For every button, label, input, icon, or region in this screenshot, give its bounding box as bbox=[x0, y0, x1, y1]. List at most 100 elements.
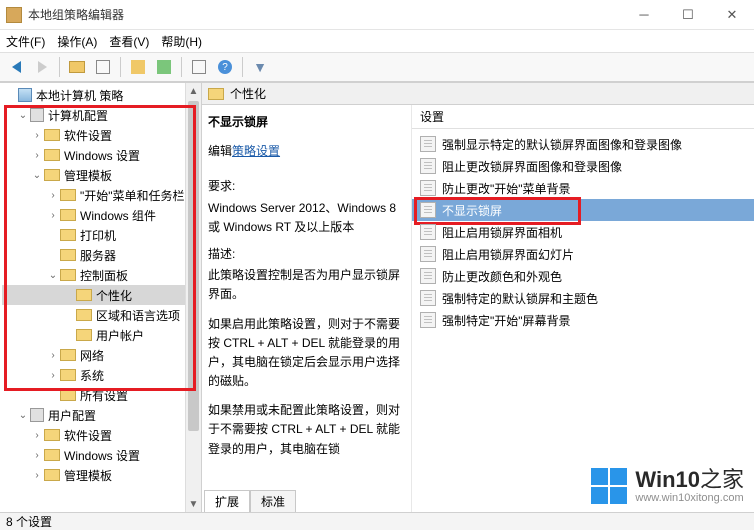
policy-icon bbox=[18, 88, 32, 102]
edit-policy-link[interactable]: 策略设置 bbox=[232, 142, 280, 161]
tree-scrollbar[interactable]: ▲ ▼ bbox=[185, 83, 201, 512]
folder-icon bbox=[60, 209, 76, 221]
folder-icon bbox=[44, 169, 60, 181]
tree-admin-templates[interactable]: ⌄管理模板 bbox=[2, 165, 201, 185]
toolbar-separator bbox=[120, 57, 121, 77]
menu-action[interactable]: 操作(A) bbox=[57, 33, 97, 50]
policy-item-icon bbox=[420, 290, 436, 306]
folder-up-icon bbox=[69, 61, 85, 73]
maximize-button[interactable]: ☐ bbox=[666, 0, 710, 30]
setting-item[interactable]: 防止更改"开始"菜单背景 bbox=[412, 177, 754, 199]
toolbar-separator bbox=[181, 57, 182, 77]
tree-system[interactable]: ›系统 bbox=[2, 365, 201, 385]
folder-icon bbox=[44, 449, 60, 461]
policy-item-icon bbox=[420, 224, 436, 240]
scroll-thumb[interactable] bbox=[188, 101, 199, 431]
config-icon bbox=[30, 108, 44, 122]
settings-list: 强制显示特定的默认锁屏界面图像和登录图像 阻止更改锁屏界面图像和登录图像 防止更… bbox=[412, 129, 754, 335]
setting-item[interactable]: 阻止启用锁屏界面幻灯片 bbox=[412, 243, 754, 265]
folder-icon bbox=[44, 429, 60, 441]
folder-icon bbox=[60, 189, 76, 201]
menu-help[interactable]: 帮助(H) bbox=[161, 33, 202, 50]
settings-list-column: 设置 强制显示特定的默认锁屏界面图像和登录图像 阻止更改锁屏界面图像和登录图像 … bbox=[412, 105, 754, 512]
help-icon: ? bbox=[218, 60, 232, 74]
export-icon bbox=[157, 60, 171, 74]
tree-windows-components[interactable]: ›Windows 组件 bbox=[2, 205, 201, 225]
tree-user-accounts[interactable]: ›用户帐户 bbox=[2, 325, 201, 345]
setting-item[interactable]: 阻止启用锁屏界面相机 bbox=[412, 221, 754, 243]
tree-region-language[interactable]: ›区域和语言选项 bbox=[2, 305, 201, 325]
forward-button[interactable] bbox=[30, 55, 54, 79]
tree-software-settings[interactable]: ›软件设置 bbox=[2, 125, 201, 145]
list-header[interactable]: 设置 bbox=[412, 105, 754, 129]
desc-text-3: 如果禁用或未配置此策略设置，则对于不需要按 CTRL + ALT + DEL 就… bbox=[208, 401, 403, 459]
tab-extended[interactable]: 扩展 bbox=[204, 490, 250, 512]
tree-server[interactable]: ›服务器 bbox=[2, 245, 201, 265]
export-button[interactable] bbox=[152, 55, 176, 79]
folder-icon bbox=[44, 149, 60, 161]
toolbar: ? ▼ bbox=[0, 52, 754, 82]
menu-file[interactable]: 文件(F) bbox=[6, 33, 45, 50]
tree-all-settings[interactable]: ›所有设置 bbox=[2, 385, 201, 405]
setting-item[interactable]: 强制显示特定的默认锁屏界面图像和登录图像 bbox=[412, 133, 754, 155]
setting-item[interactable]: 阻止更改锁屏界面图像和登录图像 bbox=[412, 155, 754, 177]
tree-pane[interactable]: ▶本地计算机 策略 ⌄计算机配置 ›软件设置 ›Windows 设置 ⌄管理模板… bbox=[0, 83, 202, 512]
menubar: 文件(F) 操作(A) 查看(V) 帮助(H) bbox=[0, 30, 754, 52]
tree-u-software-settings[interactable]: ›软件设置 bbox=[2, 425, 201, 445]
req-text: Windows Server 2012、Windows 8 或 Windows … bbox=[208, 199, 403, 237]
menu-view[interactable]: 查看(V) bbox=[109, 33, 149, 50]
arrow-right-icon bbox=[38, 61, 47, 73]
policy-item-icon bbox=[420, 246, 436, 262]
description-column: 不显示锁屏 编辑策略设置 要求: Windows Server 2012、Win… bbox=[202, 105, 412, 512]
tree-icon bbox=[96, 60, 110, 74]
folder-icon bbox=[76, 289, 92, 301]
minimize-button[interactable]: ─ bbox=[622, 0, 666, 30]
up-button[interactable] bbox=[65, 55, 89, 79]
properties-button[interactable] bbox=[187, 55, 211, 79]
folder-icon bbox=[208, 88, 224, 100]
tree-network[interactable]: ›网络 bbox=[2, 345, 201, 365]
setting-item[interactable]: 强制特定"开始"屏幕背景 bbox=[412, 309, 754, 331]
refresh-icon bbox=[131, 60, 145, 74]
app-icon bbox=[6, 7, 22, 23]
setting-item[interactable]: 强制特定的默认锁屏和主题色 bbox=[412, 287, 754, 309]
scroll-up-button[interactable]: ▲ bbox=[186, 83, 201, 99]
policy-item-icon bbox=[420, 158, 436, 174]
tab-standard[interactable]: 标准 bbox=[250, 490, 296, 512]
folder-icon bbox=[60, 269, 76, 281]
tree-personalization[interactable]: ›个性化 bbox=[2, 285, 201, 305]
folder-icon bbox=[44, 129, 60, 141]
setting-item-selected[interactable]: 不显示锁屏 bbox=[412, 199, 754, 221]
statusbar: 8 个设置 bbox=[0, 512, 754, 530]
tree-start-taskbar[interactable]: ›"开始"菜单和任务栏 bbox=[2, 185, 201, 205]
tree-windows-settings[interactable]: ›Windows 设置 bbox=[2, 145, 201, 165]
policy-item-icon bbox=[420, 180, 436, 196]
tree-root[interactable]: ▶本地计算机 策略 bbox=[2, 85, 201, 105]
folder-icon bbox=[60, 349, 76, 361]
tree-u-admin-templates[interactable]: ›管理模板 bbox=[2, 465, 201, 485]
show-hide-tree-button[interactable] bbox=[91, 55, 115, 79]
policy-item-icon bbox=[420, 268, 436, 284]
tree-user-config[interactable]: ⌄用户配置 bbox=[2, 405, 201, 425]
tree-control-panel[interactable]: ⌄控制面板 bbox=[2, 265, 201, 285]
view-tabs: 扩展 标准 bbox=[204, 490, 296, 512]
policy-item-icon bbox=[420, 202, 436, 218]
tree-printers[interactable]: ›打印机 bbox=[2, 225, 201, 245]
config-icon bbox=[30, 408, 44, 422]
back-button[interactable] bbox=[4, 55, 28, 79]
refresh-button[interactable] bbox=[126, 55, 150, 79]
scroll-down-button[interactable]: ▼ bbox=[186, 496, 201, 512]
help-button[interactable]: ? bbox=[213, 55, 237, 79]
status-text: 8 个设置 bbox=[6, 513, 52, 530]
filter-icon: ▼ bbox=[253, 59, 267, 75]
filter-button[interactable]: ▼ bbox=[248, 55, 272, 79]
setting-item[interactable]: 防止更改颜色和外观色 bbox=[412, 265, 754, 287]
details-pane: 个性化 不显示锁屏 编辑策略设置 要求: Windows Server 2012… bbox=[202, 83, 754, 512]
folder-icon bbox=[76, 309, 92, 321]
policy-item-icon bbox=[420, 312, 436, 328]
close-button[interactable]: ✕ bbox=[710, 0, 754, 30]
tree-u-windows-settings[interactable]: ›Windows 设置 bbox=[2, 445, 201, 465]
tree-computer-config[interactable]: ⌄计算机配置 bbox=[2, 105, 201, 125]
folder-icon bbox=[60, 369, 76, 381]
window-title: 本地组策略编辑器 bbox=[28, 6, 622, 23]
